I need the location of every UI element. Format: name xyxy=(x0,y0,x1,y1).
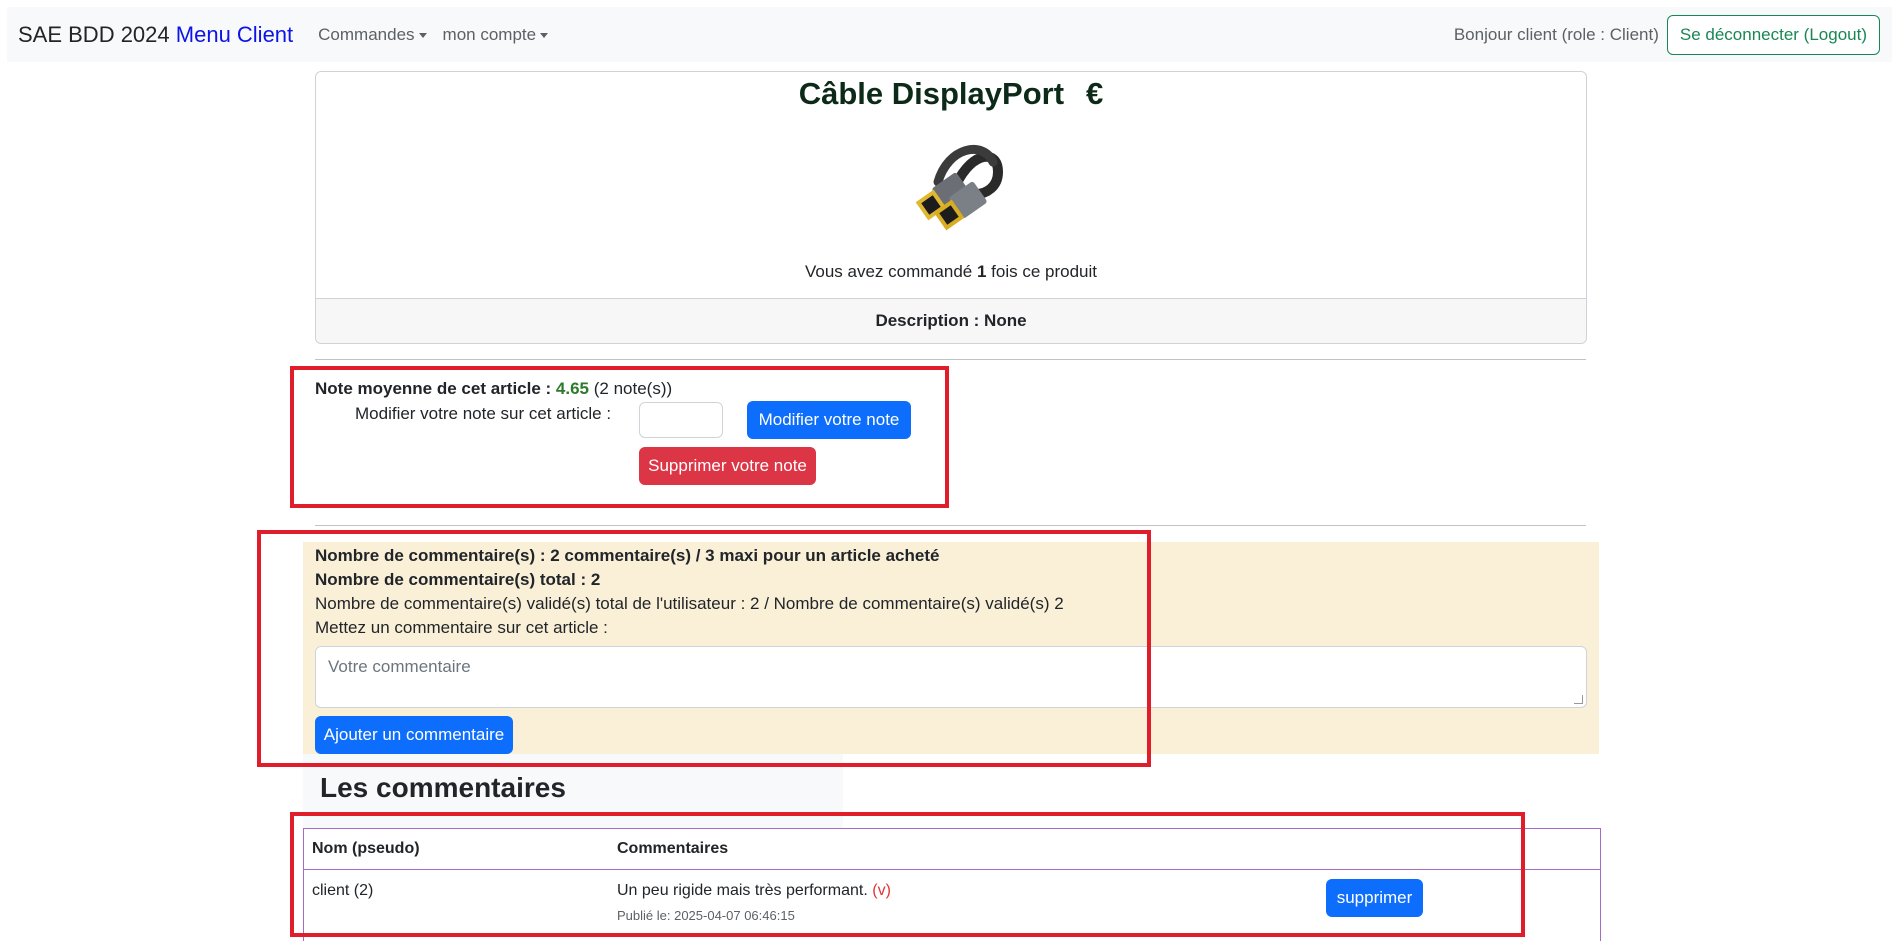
comment-textarea[interactable]: Votre commentaire xyxy=(315,646,1587,708)
comments-table: Nom (pseudo) Commentaires client (2) Un … xyxy=(303,828,1601,941)
nav-account-dropdown[interactable]: mon compte xyxy=(443,25,549,45)
greeting-text: Bonjour client (role : Client) xyxy=(1453,24,1659,44)
comment-prompt: Mettez un commentaire sur cet article : xyxy=(315,618,608,637)
product-name: Câble DisplayPort xyxy=(798,76,1065,111)
comment-placeholder: Votre commentaire xyxy=(328,657,471,676)
comments-section-title: Les commentaires xyxy=(320,772,566,803)
ordered-info: Vous avez commandé 1 fois ce produit xyxy=(316,262,1586,282)
ordered-prefix: Vous avez commandé xyxy=(804,262,973,281)
caret-down-icon xyxy=(418,32,427,38)
modify-rating-button[interactable]: Modifier votre note xyxy=(747,401,911,439)
rating-input[interactable] xyxy=(639,402,723,438)
navbar: SAE BDD 2024 Menu Client Commandes mon c… xyxy=(7,7,1892,62)
brand-menu: Menu Client xyxy=(175,21,294,47)
rating-average: Note moyenne de cet article : 4.65 (2 no… xyxy=(315,379,672,399)
caret-down-icon xyxy=(540,32,549,38)
comment-author: client (2) xyxy=(312,882,374,899)
comment-form: Nombre de commentaire(s) : 2 commentaire… xyxy=(303,542,1599,754)
product-card: Câble DisplayPort € Vous avez commandé 1 … xyxy=(315,71,1587,344)
comment-body: Un peu rigide mais très performant. (v) … xyxy=(617,882,891,923)
product-title: Câble DisplayPort € xyxy=(316,76,1586,112)
nav-right: Bonjour client (role : Client) Se déconn… xyxy=(1453,14,1892,55)
comment-validated-flag: (v) xyxy=(872,882,891,899)
rating-count: (2 note(s)) xyxy=(593,379,673,398)
table-row: client (2) Un peu rigide mais très perfo… xyxy=(304,870,1600,940)
header-name: Nom (pseudo) xyxy=(312,840,420,857)
product-image xyxy=(915,144,1004,231)
resize-handle-icon[interactable] xyxy=(1574,695,1583,704)
comment-count-total: Nombre de commentaire(s) total : 2 xyxy=(315,570,601,589)
delete-rating-button[interactable]: Supprimer votre note xyxy=(639,447,816,485)
product-currency: € xyxy=(1086,76,1104,111)
logout-button[interactable]: Se déconnecter (Logout) xyxy=(1666,14,1880,55)
product-description: Description : None xyxy=(316,298,1586,343)
comment-count-user: Nombre de commentaire(s) : 2 commentaire… xyxy=(315,546,940,565)
rating-modify-label: Modifier votre note sur cet article : xyxy=(355,404,612,423)
comment-count-validated: Nombre de commentaire(s) validé(s) total… xyxy=(315,594,1064,613)
ordered-count: 1 xyxy=(976,262,987,281)
brand[interactable]: SAE BDD 2024 Menu Client xyxy=(18,22,293,48)
comment-text: Un peu rigide mais très performant. xyxy=(617,882,868,899)
divider xyxy=(315,525,1586,526)
table-header: Nom (pseudo) Commentaires xyxy=(304,829,1600,870)
divider xyxy=(315,359,1586,360)
add-comment-button[interactable]: Ajouter un commentaire xyxy=(315,716,513,754)
comment-date: Publié le: 2025-04-07 06:46:15 xyxy=(617,908,795,923)
delete-comment-button[interactable]: supprimer xyxy=(1326,879,1423,917)
nav-orders-label: Commandes xyxy=(318,24,415,44)
nav-account-label: mon compte xyxy=(442,24,537,44)
rating-average-value: 4.65 xyxy=(555,379,590,398)
ordered-suffix: fois ce produit xyxy=(991,262,1098,281)
header-comments: Commentaires xyxy=(617,840,729,857)
brand-name: SAE BDD 2024 xyxy=(18,21,170,47)
nav-orders-dropdown[interactable]: Commandes xyxy=(318,24,427,45)
rating-average-label: Note moyenne de cet article : xyxy=(315,379,552,398)
